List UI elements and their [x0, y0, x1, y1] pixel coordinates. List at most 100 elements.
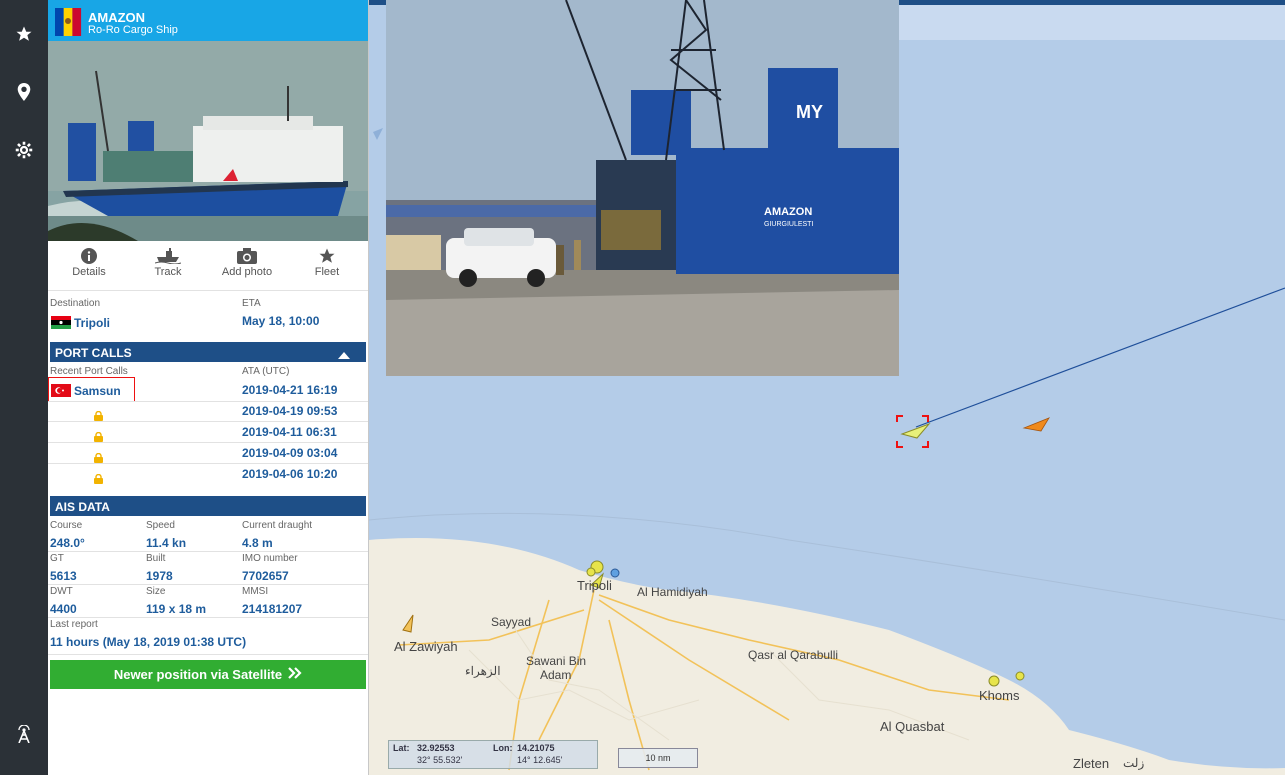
- lon-label: Lon:: [493, 743, 513, 753]
- divider: [48, 551, 368, 552]
- port-call-ata: 2019-04-11 06:31: [242, 425, 337, 439]
- favorites-star-icon[interactable]: [0, 14, 48, 54]
- map-label-khoms: Khoms: [979, 688, 1020, 703]
- add-photo-button[interactable]: Add photo: [212, 246, 282, 278]
- satellite-position-button[interactable]: Newer position via Satellite: [50, 660, 366, 689]
- port-call-ata: 2019-04-21 16:19: [242, 383, 338, 397]
- gt-value: 5613: [50, 569, 77, 583]
- moldova-flag-icon: [54, 8, 82, 36]
- ais-data-header[interactable]: AIS DATA: [50, 496, 366, 516]
- map-label-qasr-al-qarabulli: Qasr al Qarabulli: [748, 648, 839, 662]
- course-value: 248.0°: [50, 536, 85, 550]
- size-value: 119 x 18 m: [146, 602, 207, 616]
- map-pin-icon[interactable]: [0, 72, 48, 112]
- lock-icon[interactable]: [94, 429, 103, 442]
- dwt-value: 4400: [50, 602, 77, 616]
- turkey-flag-icon: [51, 384, 71, 397]
- ata-utc-label: ATA (UTC): [242, 366, 290, 377]
- gt-label: GT: [50, 553, 64, 564]
- recent-port-calls-label: Recent Port Calls: [50, 366, 128, 377]
- map-label-al-hamidiyah: Al Hamidiyah: [637, 585, 708, 599]
- coordinates-readout: Lat: 32.92553 32° 55.532' Lon: 14.21075 …: [388, 740, 598, 769]
- draught-label: Current draught: [242, 520, 313, 531]
- satellite-button-label: Newer position via Satellite: [113, 667, 283, 682]
- lock-icon[interactable]: [94, 471, 103, 484]
- track-button[interactable]: Track: [133, 246, 203, 278]
- funnel-logo: MY: [796, 102, 823, 122]
- port-calls-header[interactable]: PORT CALLS: [50, 342, 366, 362]
- lat-label: Lat:: [393, 743, 410, 753]
- hull-port-text: GIURGIULESTI: [764, 221, 813, 228]
- dwt-label: DWT: [50, 586, 73, 597]
- vessel-info-panel: AMAZON Ro-Ro Cargo Ship Details Track Ad…: [48, 0, 369, 775]
- divider: [48, 290, 368, 291]
- divider: [48, 442, 368, 443]
- details-button[interactable]: Details: [54, 246, 124, 278]
- port-call-ata: 2019-04-19 09:53: [242, 404, 338, 418]
- mmsi-value: 214181207: [242, 602, 303, 616]
- ais-data-title: AIS DATA: [55, 500, 110, 514]
- speed-value: 11.4 kn: [146, 536, 187, 550]
- map-label-al-zahra: الزهراء: [465, 664, 501, 678]
- settings-gear-icon[interactable]: [0, 130, 48, 170]
- port-calls-title: PORT CALLS: [55, 346, 132, 360]
- fleet-button[interactable]: Fleet: [292, 246, 362, 278]
- destination-label: Destination: [50, 298, 101, 309]
- imo-label: IMO number: [242, 553, 298, 564]
- built-label: Built: [146, 553, 166, 564]
- divider: [48, 584, 368, 585]
- vessel-header: AMAZON Ro-Ro Cargo Ship: [48, 0, 368, 41]
- port-call-ata: 2019-04-09 03:04: [242, 446, 338, 460]
- divider: [48, 421, 368, 422]
- map-label-sayyad: Sayyad: [491, 615, 532, 629]
- draught-value: 4.8 m: [242, 536, 273, 550]
- add-photo-label: Add photo: [221, 266, 273, 278]
- map-scale-bar: 10 nm: [618, 748, 698, 768]
- course-label: Course: [50, 520, 83, 531]
- star-icon: [292, 246, 362, 266]
- antenna-icon[interactable]: [0, 714, 48, 754]
- lat-dms-value: 32° 55.532': [417, 755, 463, 765]
- camera-icon: [212, 246, 282, 266]
- port-call-port-link[interactable]: Samsun: [74, 384, 121, 398]
- lock-icon[interactable]: [94, 450, 103, 463]
- left-nav-rail: [0, 0, 48, 775]
- map-label-sawani-bin: Sawani Bin: [526, 654, 587, 668]
- lat-value: 32.92553: [417, 743, 455, 753]
- divider: [48, 463, 368, 464]
- vessel-actions: Details Track Add photo Fleet: [48, 246, 368, 290]
- map-label-al-zawiyah: Al Zawiyah: [394, 639, 458, 654]
- divider: [48, 401, 368, 402]
- ship-track-icon: [133, 246, 203, 266]
- lock-icon[interactable]: [94, 408, 103, 421]
- lon-value: 14.21075: [517, 743, 555, 753]
- speed-label: Speed: [146, 520, 175, 531]
- libya-flag-icon: [51, 316, 71, 329]
- collapse-chevron-up-icon[interactable]: [338, 348, 350, 362]
- map-label-adam: Adam: [540, 668, 572, 682]
- vessel-name: AMAZON: [88, 10, 146, 25]
- info-icon: [54, 246, 124, 266]
- vessel-type: Ro-Ro Cargo Ship: [88, 24, 178, 36]
- track-label: Track: [154, 266, 182, 278]
- divider: [48, 654, 368, 655]
- size-label: Size: [146, 586, 166, 597]
- mmsi-label: MMSI: [242, 586, 269, 597]
- double-chevron-right-icon: [288, 667, 302, 682]
- map-label-zleten: Zleten: [1073, 756, 1110, 771]
- map-label-tripoli: Tripoli: [577, 578, 612, 593]
- destination-port-link[interactable]: Tripoli: [74, 316, 110, 330]
- map-label-al-quasbat: Al Quasbat: [880, 719, 945, 734]
- lon-dms-value: 14° 12.645': [517, 755, 563, 765]
- fleet-label: Fleet: [314, 266, 340, 278]
- last-report-value: 11 hours (May 18, 2019 01:38 UTC): [50, 635, 247, 649]
- map-label-zleten-arabic: زلت: [1123, 756, 1145, 770]
- divider: [48, 617, 368, 618]
- eta-value: May 18, 10:00: [242, 314, 320, 328]
- port-call-ata: 2019-04-06 10:20: [242, 467, 338, 481]
- vessel-photo-large[interactable]: MY AMAZON GIURGIULESTI: [386, 0, 899, 376]
- last-report-label: Last report: [50, 619, 98, 630]
- details-label: Details: [72, 266, 106, 278]
- vessel-photo[interactable]: [48, 41, 368, 241]
- imo-value: 7702657: [242, 569, 289, 583]
